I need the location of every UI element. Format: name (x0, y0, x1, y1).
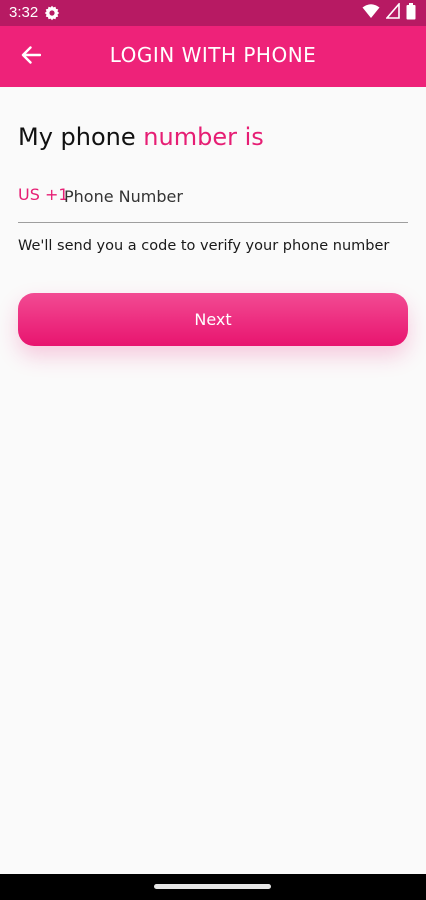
wifi-icon (362, 3, 380, 23)
next-button[interactable]: Next (18, 293, 408, 346)
login-with-phone-screen: 3:32 LOGIN WITH PHONE My phone number is… (0, 0, 426, 900)
navigation-bar (0, 874, 426, 900)
home-handle[interactable] (154, 884, 271, 889)
signal-icon (385, 1, 400, 23)
status-bar: 3:32 (0, 0, 426, 26)
country-code[interactable]: US +1 (18, 185, 69, 204)
phone-number-field: US +1 (18, 182, 408, 223)
app-bar: LOGIN WITH PHONE (0, 26, 426, 87)
status-time: 3:32 (9, 4, 39, 21)
phone-number-input[interactable] (64, 182, 404, 210)
heading-highlight: number is (143, 123, 264, 151)
phone-heading: My phone number is (18, 120, 264, 154)
helper-text: We'll send you a code to verify your pho… (18, 238, 390, 254)
heading-prefix: My phone (18, 123, 144, 151)
battery-icon (406, 2, 416, 24)
gear-icon (44, 5, 60, 21)
status-icons (362, 1, 416, 24)
page-title: LOGIN WITH PHONE (109, 43, 317, 67)
